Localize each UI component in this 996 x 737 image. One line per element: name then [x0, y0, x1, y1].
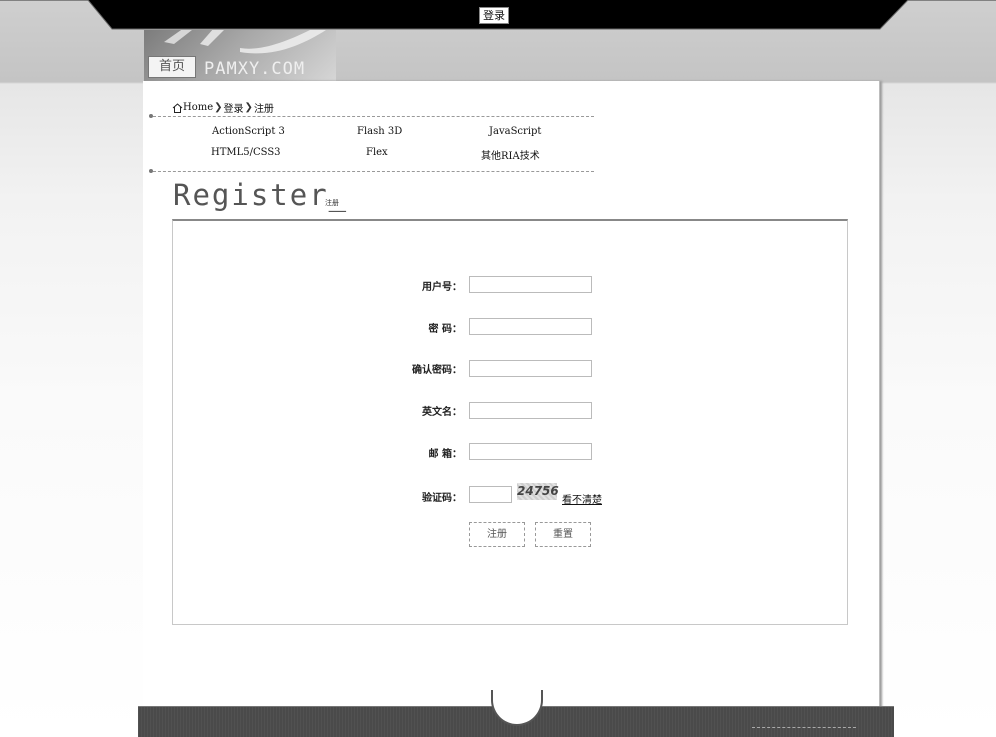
email-input[interactable] [469, 443, 592, 460]
english-name-label: 英文名： [422, 407, 462, 418]
site-domain: PAMXY.COM [204, 59, 306, 79]
nav-actionscript3[interactable]: ActionScript 3 [212, 126, 285, 137]
nav-other-ria[interactable]: 其他RIA技术 [481, 147, 540, 162]
captcha-image[interactable]: 24756 [517, 483, 559, 500]
breadcrumb-arrow-icon: ❯ [244, 102, 253, 113]
nav-html5-css3[interactable]: HTML5/CSS3 [211, 147, 281, 158]
breadcrumb-current: 注册 [253, 104, 274, 115]
submit-register-button[interactable]: 注册 [469, 522, 525, 547]
email-label: 邮 箱： [428, 449, 462, 460]
username-input[interactable] [469, 276, 592, 293]
confirm-password-label: 确认密码： [412, 365, 462, 376]
captcha-input[interactable] [469, 486, 512, 503]
breadcrumb-home-link[interactable]: Home [183, 102, 213, 113]
captcha-refresh-link[interactable]: 看不清楚 [562, 491, 602, 506]
nav-flex[interactable]: Flex [366, 147, 388, 158]
english-name-input[interactable] [469, 402, 592, 419]
top-login-button[interactable]: 登录 [479, 7, 509, 24]
page-title: Register_ [173, 178, 349, 212]
home-icon [172, 102, 183, 113]
nav-divider-top [153, 116, 594, 117]
nav-divider-bottom [153, 171, 594, 172]
captcha-label: 验证码： [422, 493, 462, 504]
home-tab[interactable]: 首页 [148, 56, 196, 78]
username-label: 用户号： [422, 282, 462, 293]
footer-divider [752, 727, 856, 728]
password-input[interactable] [469, 318, 592, 335]
password-label: 密 码： [428, 324, 462, 335]
nav-flash3d[interactable]: Flash 3D [357, 126, 402, 137]
breadcrumb: Home ❯ 登录 ❯ 注册 [172, 100, 274, 115]
page-subtitle: 注册 [325, 199, 339, 207]
reset-button[interactable]: 重置 [535, 522, 591, 547]
breadcrumb-login-link[interactable]: 登录 [224, 100, 244, 115]
nav-javascript[interactable]: JavaScript [489, 126, 541, 137]
confirm-password-input[interactable] [469, 360, 592, 377]
breadcrumb-arrow-icon: ❯ [214, 102, 223, 113]
